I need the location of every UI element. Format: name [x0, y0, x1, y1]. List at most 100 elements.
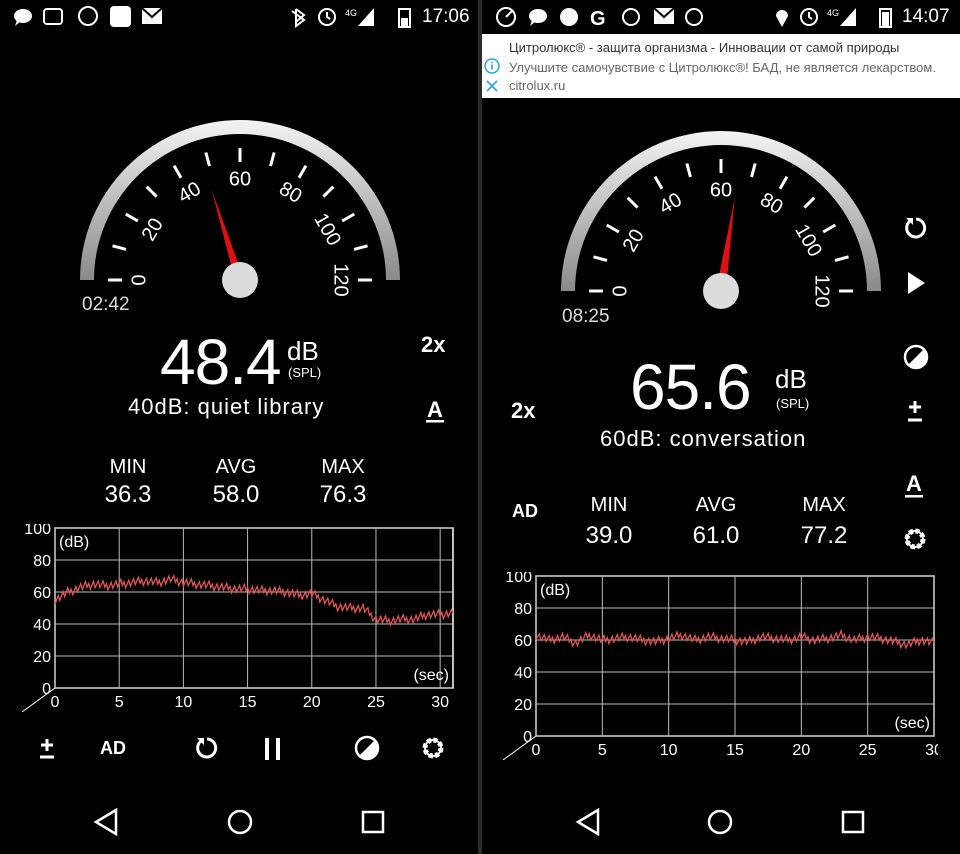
settings-gear-icon[interactable] — [900, 524, 930, 554]
chart-frame — [54, 527, 454, 689]
message-bubble-icon — [14, 9, 32, 26]
noise-description: 40dB: quiet library — [128, 394, 325, 419]
gauge-tick — [834, 255, 849, 262]
app-icon — [43, 8, 63, 25]
max-label: MAX — [802, 494, 846, 516]
signal-icon — [840, 8, 856, 26]
y-tick-label: 100 — [505, 572, 532, 586]
gauge-tick — [322, 185, 335, 198]
y-tick-label: 20 — [33, 649, 51, 666]
db-unit: dB — [287, 336, 319, 366]
status-time: 17:06 — [422, 6, 470, 27]
gauge-tick-label: 60 — [229, 168, 251, 190]
y-tick-label: 60 — [33, 585, 51, 602]
message-bubble-icon — [529, 9, 547, 26]
theme-toggle-icon[interactable] — [354, 735, 380, 761]
max-label: MAX — [321, 456, 365, 478]
gauge-tick — [341, 212, 356, 223]
play-icon[interactable] — [904, 270, 928, 296]
status-time: 14:07 — [902, 6, 950, 27]
ad-banner[interactable]: Цитролюкс® - защита организма - Инноваци… — [482, 34, 960, 98]
min-value: 39.0 — [585, 522, 633, 549]
gauge-tick — [653, 175, 664, 190]
gauge-tick — [124, 212, 139, 223]
bluetooth-icon — [291, 8, 306, 28]
ad-body: Улучшите самочувствие с Цитролюкс®! БАД,… — [509, 60, 936, 75]
signal-icon — [358, 8, 374, 26]
avg-value: 61.0 — [692, 522, 740, 549]
ad-button[interactable]: AD — [100, 738, 126, 759]
mail-icon — [141, 7, 163, 24]
a-weighting-icon[interactable]: A — [424, 396, 448, 424]
x-tick-label: 10 — [660, 742, 678, 759]
gauge-tick — [803, 196, 816, 209]
a-weighting-icon[interactable]: A — [903, 470, 927, 500]
elapsed-time: 02:42 — [82, 294, 130, 315]
x-tick-label: 25 — [859, 742, 877, 759]
weighting-label: (SPL) — [288, 365, 322, 380]
gauge-tick-label: 0 — [609, 285, 631, 296]
status-icons: G 4G — [496, 7, 892, 30]
speed-button[interactable]: 2x — [511, 398, 535, 424]
x-axis-label: (sec) — [413, 667, 449, 684]
gauge-hub — [703, 273, 739, 309]
speed-button[interactable]: 2x — [421, 332, 445, 358]
ad-close-icon[interactable] — [485, 79, 499, 93]
gauge-tick — [112, 244, 127, 251]
x-tick-label: 10 — [174, 694, 192, 711]
svg-text:A: A — [427, 397, 443, 422]
google-icon: G — [590, 8, 606, 30]
gauge-tick-label: 100 — [309, 210, 345, 250]
alarm-icon — [318, 8, 336, 26]
min-value: 36.3 — [104, 481, 152, 508]
status-bar: G 4G 14:07 — [482, 0, 960, 34]
gauge-tick-label: 40 — [656, 189, 686, 219]
sound-gauge: 0 2040 60 80100 120 — [80, 120, 400, 298]
calibrate-icon[interactable] — [903, 398, 927, 426]
viber-icon — [78, 6, 98, 26]
calibrate-icon[interactable] — [35, 736, 59, 762]
reset-icon[interactable] — [194, 735, 220, 761]
gauge-tick — [626, 196, 639, 209]
svg-text:A: A — [906, 471, 922, 496]
gauge-tick — [605, 223, 620, 234]
db-unit: dB — [775, 364, 807, 394]
gauge-tick-label: 80 — [756, 189, 786, 219]
x-tick-label: 25 — [367, 694, 385, 711]
y-tick-label: 100 — [24, 524, 51, 538]
x-tick-label: 20 — [792, 742, 810, 759]
y-tick-label: 60 — [514, 633, 532, 650]
x-tick-label: 0 — [532, 742, 541, 759]
home-icon — [227, 809, 253, 835]
db-value: 65.6 — [630, 351, 752, 423]
gauge-tick-label: 0 — [128, 274, 150, 285]
ad-title[interactable]: Цитролюкс® - защита организма - Инноваци… — [509, 40, 899, 55]
ad-info-icon[interactable] — [484, 58, 500, 74]
theme-toggle-icon[interactable] — [902, 343, 930, 371]
app-icon — [622, 8, 640, 26]
network-type-label: 4G — [827, 8, 839, 18]
gauge-tick — [822, 223, 837, 234]
battery-icon — [879, 8, 892, 28]
max-value: 76.3 — [319, 481, 367, 508]
gauge-tick — [593, 255, 608, 262]
gauge-tick — [353, 244, 368, 251]
alarm-icon — [800, 8, 818, 26]
gauge-rim — [80, 120, 400, 280]
y-axis-label: (dB) — [540, 582, 570, 599]
gauge-tick — [204, 152, 211, 167]
settings-gear-icon[interactable] — [418, 733, 448, 763]
gauge-tick — [297, 164, 308, 179]
x-tick-label: 15 — [239, 694, 257, 711]
gauge-tick — [269, 152, 276, 167]
min-label: MIN — [590, 494, 628, 516]
back-icon — [575, 807, 600, 837]
y-tick-label: 40 — [514, 665, 532, 682]
ad-button[interactable]: AD — [512, 501, 538, 522]
x-tick-label: 15 — [726, 742, 744, 759]
avg-value: 58.0 — [212, 481, 260, 508]
speed-icon — [496, 7, 516, 27]
reset-icon[interactable] — [902, 214, 930, 242]
gauge-tick-label: 20 — [138, 215, 168, 245]
pause-icon[interactable] — [262, 736, 284, 762]
